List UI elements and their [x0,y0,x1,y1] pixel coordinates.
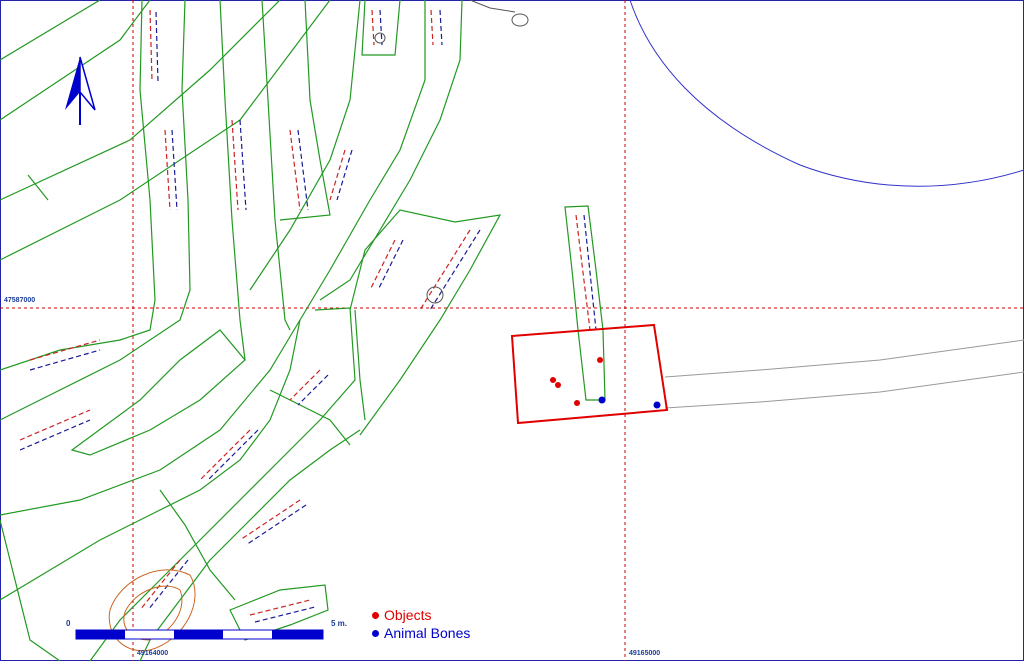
animal-bones-points [598,396,661,409]
stones [374,0,529,304]
grid-label-northing: 47587000 [4,297,36,304]
furrow-hatching [19,9,597,623]
object-point-icon [372,611,379,619]
scale-bar [75,629,324,640]
objects-points [550,357,603,406]
profile-lines [664,339,1024,409]
animal-bone-point-icon [653,401,661,409]
north-arrow-icon [65,56,96,125]
object-point-icon [550,377,556,383]
legend-label-objects: Objects [384,607,432,623]
object-point-icon [574,400,580,406]
animal-bone-point-icon [372,629,379,637]
excavation-area-box [510,323,669,425]
legend-label-animal-bones: Animal Bones [384,625,471,641]
map-frame [0,0,1024,661]
legend-item-objects: Objects [372,606,470,624]
scale-end-label: 5 m. [331,619,348,628]
grid-label-easting-2: 49165000 [629,650,661,657]
object-point-icon [597,357,603,363]
grid-label-easting-1: 49164000 [137,650,169,657]
map-legend: Objects Animal Bones [372,606,470,642]
coordinate-grid [0,0,1024,661]
scale-start-label: 0 [66,619,71,628]
site-plan-map [0,0,1024,661]
contour-line [629,0,1024,187]
animal-bone-point-icon [598,396,606,404]
object-point-icon [555,382,561,388]
legend-item-animal-bones: Animal Bones [372,624,470,642]
